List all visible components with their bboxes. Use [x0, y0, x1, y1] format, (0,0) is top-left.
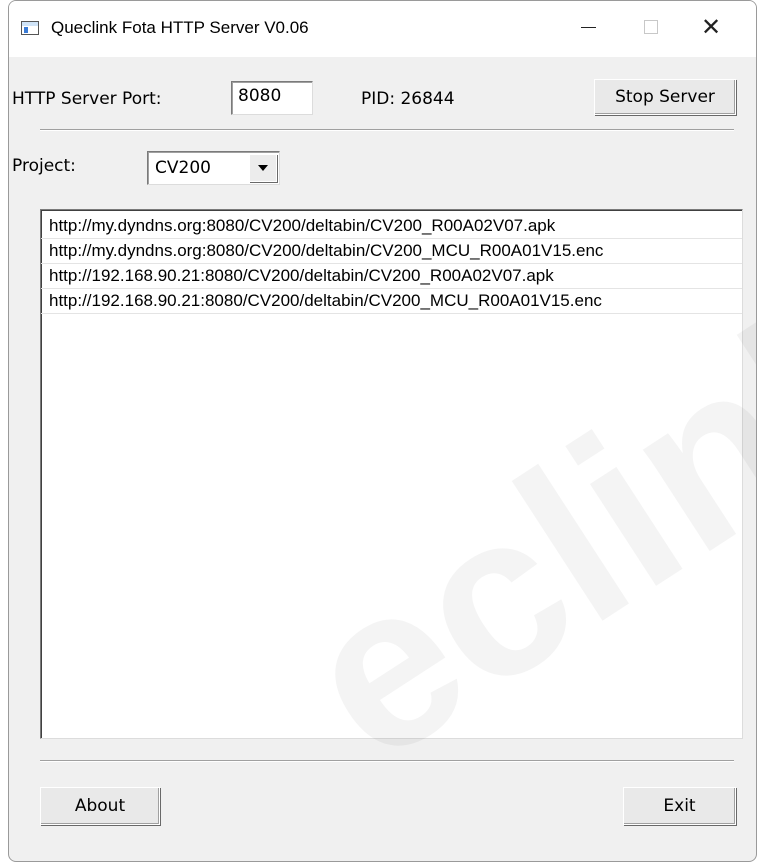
- app-window-icon: [21, 21, 39, 35]
- list-item[interactable]: http://my.dyndns.org:8080/CV200/deltabin…: [41, 214, 742, 239]
- title-bar[interactable]: Queclink Fota HTTP Server V0.06 ✕: [9, 1, 756, 57]
- close-icon: ✕: [700, 13, 722, 41]
- dropdown-arrow-button[interactable]: [249, 154, 277, 182]
- project-dropdown[interactable]: CV200: [147, 151, 280, 185]
- port-input[interactable]: 8080: [231, 81, 313, 115]
- list-item[interactable]: http://192.168.90.21:8080/CV200/deltabin…: [41, 264, 742, 289]
- port-label: HTTP Server Port:: [12, 89, 162, 109]
- chevron-down-icon: [258, 165, 268, 171]
- project-selected-value: CV200: [155, 158, 211, 178]
- exit-button[interactable]: Exit: [623, 787, 736, 825]
- separator-top: [40, 129, 734, 131]
- stop-server-button[interactable]: Stop Server: [594, 79, 736, 115]
- window-title: Queclink Fota HTTP Server V0.06: [51, 18, 309, 37]
- project-label: Project:: [12, 156, 76, 176]
- minimize-button[interactable]: [564, 9, 612, 45]
- app-window: Queclink Fota HTTP Server V0.06 ✕ HTTP S…: [8, 0, 757, 862]
- list-item[interactable]: http://my.dyndns.org:8080/CV200/deltabin…: [41, 239, 742, 264]
- separator-bottom: [40, 760, 734, 762]
- maximize-button[interactable]: [627, 9, 675, 45]
- url-list[interactable]: http://my.dyndns.org:8080/CV200/deltabin…: [40, 209, 743, 739]
- list-item[interactable]: http://192.168.90.21:8080/CV200/deltabin…: [41, 289, 742, 314]
- minimize-icon: [580, 26, 596, 28]
- pid-label: PID: 26844: [361, 89, 455, 109]
- close-button[interactable]: ✕: [687, 9, 735, 45]
- maximize-icon: [644, 20, 658, 34]
- about-button[interactable]: About: [40, 787, 160, 825]
